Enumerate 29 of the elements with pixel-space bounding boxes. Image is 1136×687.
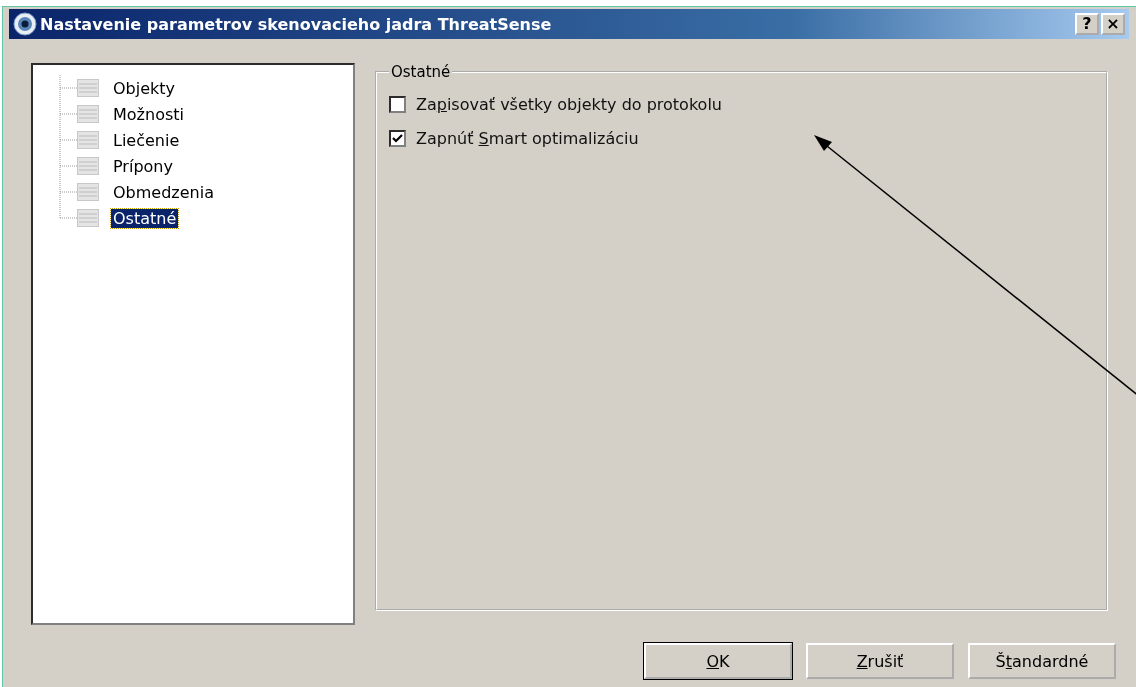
- list-page-icon: [77, 79, 99, 97]
- help-button[interactable]: ?: [1075, 13, 1099, 35]
- checkbox-label: Zapisovať všetky objekty do protokolu: [416, 94, 722, 114]
- cancel-button[interactable]: Zrušiť: [806, 643, 954, 679]
- tree-line: [57, 127, 77, 153]
- tree-item[interactable]: Obmedzenia: [111, 182, 216, 202]
- tree-item[interactable]: Prípony: [111, 156, 175, 176]
- close-button[interactable]: ×: [1101, 13, 1125, 35]
- list-page-icon: [77, 183, 99, 201]
- window-title: Nastavenie parametrov skenovacieho jadra ThreatSense: [40, 14, 553, 34]
- tree-line: [57, 75, 77, 101]
- tree-item[interactable]: Možnosti: [111, 104, 186, 124]
- defaults-button[interactable]: Štandardné: [968, 643, 1116, 679]
- checkbox[interactable]: [389, 129, 406, 147]
- tree-item[interactable]: Ostatné: [111, 208, 179, 228]
- checkbox-label: Zapnúť Smart optimalizáciu: [416, 128, 639, 148]
- tree-line: [57, 153, 77, 179]
- checkbox[interactable]: [389, 95, 406, 113]
- tree-item[interactable]: Objekty: [111, 78, 178, 98]
- list-page-icon: [77, 157, 99, 175]
- tree-item[interactable]: Liečenie: [111, 130, 182, 150]
- eye-icon: [13, 12, 37, 36]
- list-page-icon: [77, 131, 99, 149]
- list-page-icon: [77, 105, 99, 123]
- check-icon: [391, 131, 404, 145]
- list-page-icon: [77, 209, 99, 227]
- ok-button[interactable]: OK: [644, 643, 792, 679]
- group-title: Ostatné: [390, 63, 452, 81]
- tree-line: [57, 101, 77, 127]
